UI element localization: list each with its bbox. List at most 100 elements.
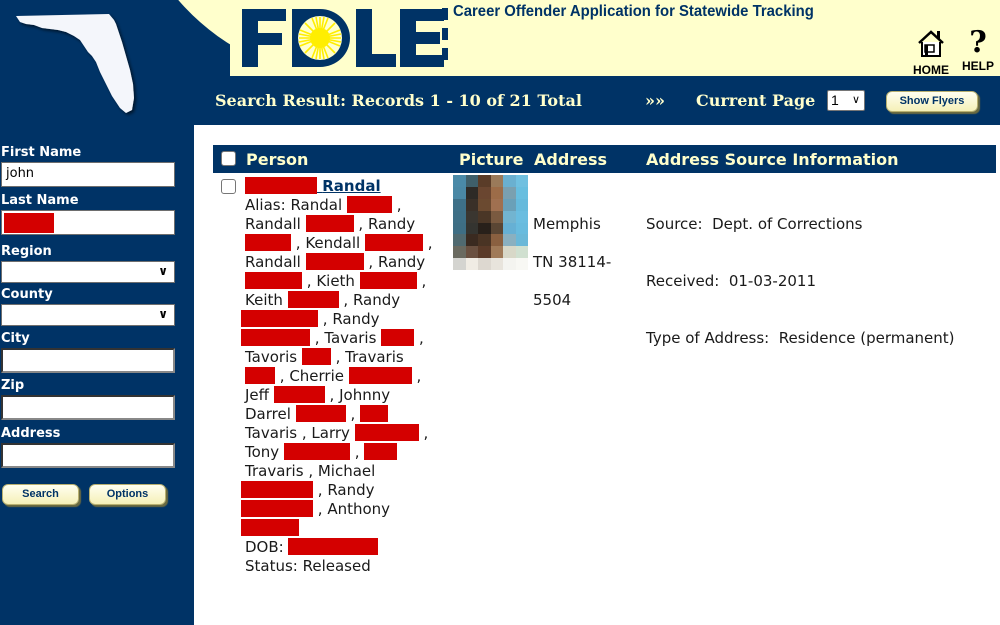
help-label: HELP [961, 59, 994, 73]
photo-pixel [515, 186, 528, 199]
column-address: Address [534, 150, 608, 169]
photo-pixel [478, 186, 491, 199]
address-label: Address [1, 426, 61, 441]
photo-pixel [490, 258, 503, 270]
photo-pixel [503, 234, 516, 247]
photo-pixel [465, 222, 478, 235]
redaction [241, 481, 313, 498]
alias-name: Kendall [305, 234, 361, 252]
current-page-label: Current Page [696, 91, 816, 110]
photo-pixel [453, 222, 466, 235]
next-page-arrows[interactable]: »» [645, 91, 665, 110]
home-label: HOME [913, 63, 949, 77]
alias-name: Cherrie [289, 367, 344, 385]
options-button[interactable]: Options [89, 484, 166, 505]
results-summary: Search Result: Records 1 - 10 of 21 Tota… [215, 91, 582, 110]
person-name-link[interactable]: Randal [245, 177, 450, 196]
home-link[interactable]: HOME [912, 28, 950, 77]
region-select[interactable]: ∨ [1, 261, 175, 283]
alias-name: Keith [245, 291, 283, 309]
alias-name: Johnny [339, 386, 391, 404]
photo-pixel [465, 258, 478, 270]
photo-pixel [515, 246, 528, 259]
redaction [241, 519, 299, 536]
redacted-dob [288, 538, 379, 555]
redaction [305, 215, 354, 232]
chevron-down-icon: ∨ [158, 264, 168, 278]
select-all-checkbox[interactable] [221, 151, 236, 166]
status-line: Status: Released [245, 557, 371, 575]
county-select[interactable]: ∨ [1, 304, 175, 326]
redaction [305, 253, 364, 270]
photo-pixel [453, 234, 466, 247]
fdle-logo-mark [242, 9, 444, 67]
redaction [273, 386, 325, 403]
last-name-label: Last Name [1, 193, 79, 208]
region-label: Region [1, 244, 52, 259]
chevron-down-icon: ∨ [851, 94, 860, 106]
redacted-last-name [4, 213, 54, 233]
last-name-input[interactable] [1, 210, 175, 235]
search-button[interactable]: Search [2, 484, 79, 505]
received-line: Received: 01-03-2011 [646, 272, 817, 290]
zip-label: Zip [1, 378, 25, 393]
fdle-logo [240, 8, 445, 68]
alias-name: Travaris [345, 348, 404, 366]
alias-name: Randy [377, 253, 426, 271]
alias-name: Anthony [327, 500, 391, 518]
logo-bars [442, 8, 448, 68]
photo-pixel [453, 175, 466, 187]
help-icon: ? [969, 25, 987, 60]
person-first-name[interactable]: Randal [322, 177, 380, 195]
photo-pixel [453, 198, 466, 211]
first-name-input[interactable]: john [1, 162, 175, 187]
photo-pixel [490, 186, 503, 199]
show-flyers-button[interactable]: Show Flyers [886, 91, 978, 112]
help-link[interactable]: ? HELP [960, 25, 996, 74]
address-input[interactable] [1, 443, 175, 468]
alias-name: Randy [367, 215, 416, 233]
photo-pixel [515, 258, 528, 270]
address-state-zip: TN 38114- [533, 253, 612, 271]
alias-list: Alias: Randal , Randall , Randy , Kendal… [241, 196, 450, 538]
photo-pixel [478, 246, 491, 259]
alias-name: Travaris [245, 462, 304, 480]
photo-pixel [515, 234, 528, 247]
column-address-source: Address Source Information [646, 150, 899, 169]
dob-label: DOB: [245, 538, 284, 556]
alias-name: Randall [245, 215, 301, 233]
redaction [359, 405, 388, 422]
address-type-line: Type of Address: Residence (permanent) [646, 329, 955, 347]
first-name-label: First Name [1, 145, 82, 160]
photo-pixel [478, 198, 491, 211]
redaction [381, 329, 415, 346]
address-city: Memphis [533, 215, 601, 233]
photo-pixel [453, 258, 466, 270]
photo-pixel [503, 210, 516, 223]
redaction [301, 348, 331, 365]
photo-pixel [465, 198, 478, 211]
city-label: City [1, 331, 30, 346]
person-photo[interactable] [453, 175, 528, 270]
alias-name: Randal [290, 196, 343, 214]
alias-name: Tavaris [245, 424, 298, 442]
current-page-select[interactable]: 1 ∨ [827, 90, 865, 111]
zip-input[interactable] [1, 395, 175, 420]
row-checkbox[interactable] [221, 179, 236, 194]
alias-name: Tavaris [324, 329, 377, 347]
alias-name: Jeff [245, 386, 269, 404]
redaction [241, 500, 313, 517]
photo-pixel [478, 258, 491, 270]
redaction [245, 367, 275, 384]
redaction [245, 272, 302, 289]
photo-pixel [490, 175, 503, 187]
redaction [348, 367, 412, 384]
results-table-header: Person Picture Address Address Source In… [213, 145, 996, 173]
photo-pixel [490, 198, 503, 211]
photo-pixel [465, 175, 478, 187]
photo-pixel [515, 175, 528, 187]
alias-name: Randall [245, 253, 301, 271]
city-input[interactable] [1, 348, 175, 373]
alias-name: Michael [317, 462, 376, 480]
alias-name: Darrel [245, 405, 291, 423]
